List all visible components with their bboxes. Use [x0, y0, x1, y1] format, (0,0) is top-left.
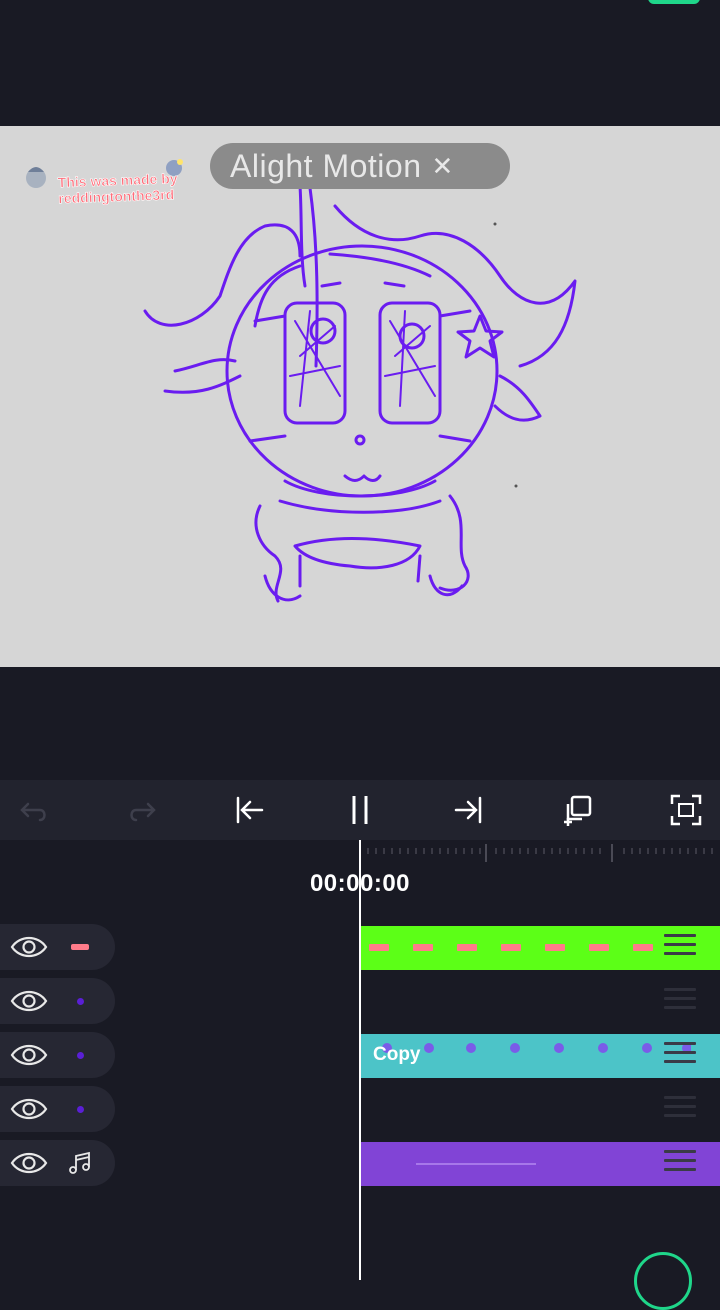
- drag-handle-icon[interactable]: [664, 1096, 696, 1124]
- audio-clip-5[interactable]: [361, 1142, 720, 1186]
- timeline-panel[interactable]: 00:00:00 Copy: [0, 840, 720, 1310]
- track-empty-2[interactable]: [361, 980, 720, 1024]
- creator-watermark: This was made by reddingtonthe3rd: [22, 148, 183, 207]
- eye-icon[interactable]: [10, 1041, 48, 1069]
- duplicate-icon: [564, 795, 592, 826]
- undo-icon: [20, 802, 46, 822]
- layer-control-3[interactable]: [0, 1032, 115, 1078]
- clip-label: Copy: [373, 1044, 421, 1065]
- playback-toolbar: [0, 780, 720, 840]
- layer-control-2[interactable]: [0, 978, 115, 1024]
- mascot-icon: [26, 150, 180, 188]
- redo-button[interactable]: [122, 790, 162, 830]
- track-clip-1[interactable]: [361, 926, 720, 970]
- drag-handle-icon[interactable]: [664, 988, 696, 1016]
- track-empty-4[interactable]: [361, 1088, 720, 1132]
- sticker-thumbnail: [66, 936, 94, 958]
- character-sketch: [143, 184, 577, 603]
- eye-icon[interactable]: [10, 1149, 48, 1177]
- duplicate-button[interactable]: [558, 790, 598, 830]
- layer-control-4[interactable]: [0, 1086, 115, 1132]
- close-icon[interactable]: ✕: [431, 153, 453, 179]
- watermark-label: Alight Motion: [230, 147, 422, 184]
- alight-motion-watermark[interactable]: Alight Motion ✕: [210, 143, 510, 189]
- add-layer-button-edge[interactable]: [634, 1252, 692, 1310]
- preview-canvas[interactable]: This was made by reddingtonthe3rd Alight…: [0, 126, 720, 667]
- time-ruler[interactable]: [360, 840, 720, 870]
- layer-control-1[interactable]: [0, 924, 115, 970]
- drag-handle-icon[interactable]: [664, 1150, 696, 1178]
- fullscreen-button[interactable]: [666, 790, 706, 830]
- playhead[interactable]: [359, 840, 361, 1280]
- track-clip-3[interactable]: Copy: [361, 1034, 720, 1078]
- waveform-line: [416, 1163, 536, 1165]
- eye-icon[interactable]: [10, 987, 48, 1015]
- layer-control-5[interactable]: [0, 1140, 115, 1186]
- drag-handle-icon[interactable]: [664, 1042, 696, 1070]
- purple-dot: [66, 1098, 94, 1120]
- skip-end-icon: [454, 796, 482, 824]
- export-button-edge[interactable]: [648, 0, 700, 4]
- creator-credit-text: This was made by reddingtonthe3rd: [57, 170, 178, 207]
- redo-icon: [130, 802, 156, 822]
- eye-icon[interactable]: [10, 1095, 48, 1123]
- jump-to-start-button[interactable]: [230, 790, 270, 830]
- preview-spacer: [0, 667, 720, 780]
- skip-start-icon: [236, 796, 264, 824]
- clip-thumbnails: [369, 944, 653, 951]
- pause-icon: [352, 796, 368, 824]
- purple-dot: [66, 990, 94, 1012]
- eye-icon[interactable]: [10, 933, 48, 961]
- purple-dot: [66, 1044, 94, 1066]
- music-note-icon: [66, 1151, 94, 1174]
- jump-to-end-button[interactable]: [448, 790, 488, 830]
- drag-handle-icon[interactable]: [664, 934, 696, 962]
- pause-button[interactable]: [340, 790, 380, 830]
- undo-button[interactable]: [14, 790, 54, 830]
- fullscreen-icon: [670, 794, 702, 826]
- top-bar: [0, 0, 720, 126]
